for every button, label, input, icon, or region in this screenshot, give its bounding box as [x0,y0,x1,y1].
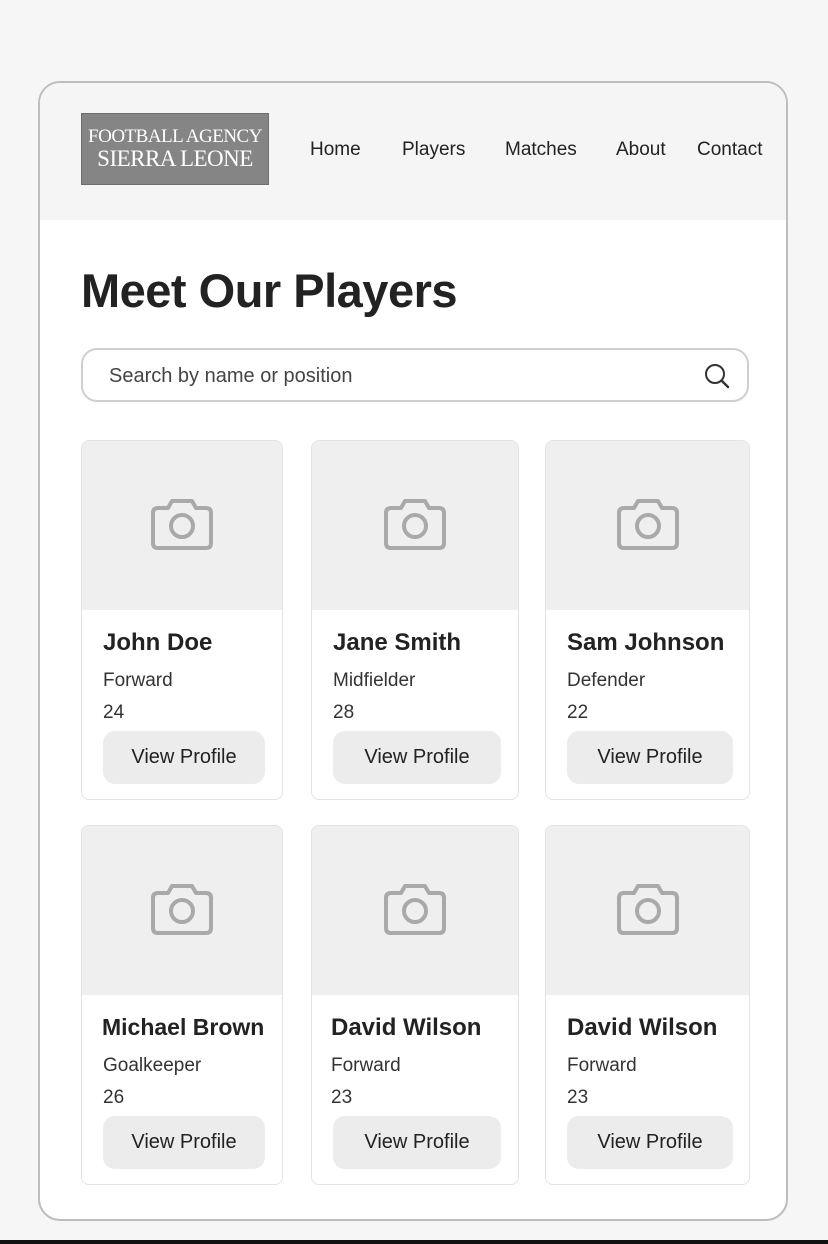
player-position: Goalkeeper [103,1055,202,1076]
player-photo-placeholder [312,826,518,995]
player-position: Midfielder [333,670,416,691]
player-age: 28 [333,702,355,723]
player-card: David Wilson Forward 23 View Profile [311,825,519,1185]
player-name: David Wilson [331,1014,482,1041]
page-title: Meet Our Players [81,264,458,317]
player-photo-placeholder [546,441,749,610]
bottom-divider [0,1240,828,1244]
brand-logo[interactable]: FOOTBALL AGENCY SIERRA LEONE [81,113,269,185]
player-position: Defender [567,670,646,691]
camera-icon [150,880,214,941]
nav-players[interactable]: Players [402,139,465,161]
player-card: David Wilson Forward 23 View Profile [545,825,750,1185]
view-profile-button[interactable]: View Profile [333,1116,501,1169]
player-photo-placeholder [82,441,282,610]
player-card: John Doe Forward 24 View Profile [81,440,283,800]
player-position: Forward [103,670,173,691]
player-card: Jane Smith Midfielder 28 View Profile [311,440,519,800]
camera-icon [383,495,447,556]
player-name: John Doe [103,629,213,656]
view-profile-button[interactable]: View Profile [567,1116,733,1169]
player-photo-placeholder [82,826,282,995]
player-card: Michael Brown Goalkeeper 26 View Profile [81,825,283,1185]
player-age: 24 [103,702,125,723]
search-icon[interactable] [703,362,731,395]
brand-line-1: FOOTBALL AGENCY [88,125,262,147]
app-frame: FOOTBALL AGENCY SIERRA LEONE Home Player… [38,81,788,1221]
site-header: FOOTBALL AGENCY SIERRA LEONE Home Player… [40,83,786,220]
player-name: Jane Smith [333,629,462,656]
player-position: Forward [331,1055,401,1076]
view-profile-button[interactable]: View Profile [567,731,733,784]
player-age: 26 [103,1087,125,1108]
player-name: Sam Johnson [567,629,725,656]
player-age: 22 [567,702,589,723]
camera-icon [150,495,214,556]
nav-matches[interactable]: Matches [505,139,577,161]
camera-icon [616,880,680,941]
brand-line-2: SIERRA LEONE [97,145,253,171]
player-age: 23 [567,1087,589,1108]
player-photo-placeholder [546,826,749,995]
nav-about[interactable]: About [616,139,666,161]
player-name: David Wilson [567,1014,718,1041]
search-input[interactable] [83,350,711,402]
view-profile-button[interactable]: View Profile [103,1116,265,1169]
player-photo-placeholder [312,441,518,610]
player-position: Forward [567,1055,637,1076]
nav-contact[interactable]: Contact [697,139,762,161]
player-name: Michael Brown [102,1014,265,1040]
view-profile-button[interactable]: View Profile [333,731,501,784]
nav-home[interactable]: Home [310,139,361,161]
player-card: Sam Johnson Defender 22 View Profile [545,440,750,800]
view-profile-button[interactable]: View Profile [103,731,265,784]
search-bar [81,348,749,402]
player-age: 23 [331,1087,353,1108]
camera-icon [616,495,680,556]
camera-icon [383,880,447,941]
